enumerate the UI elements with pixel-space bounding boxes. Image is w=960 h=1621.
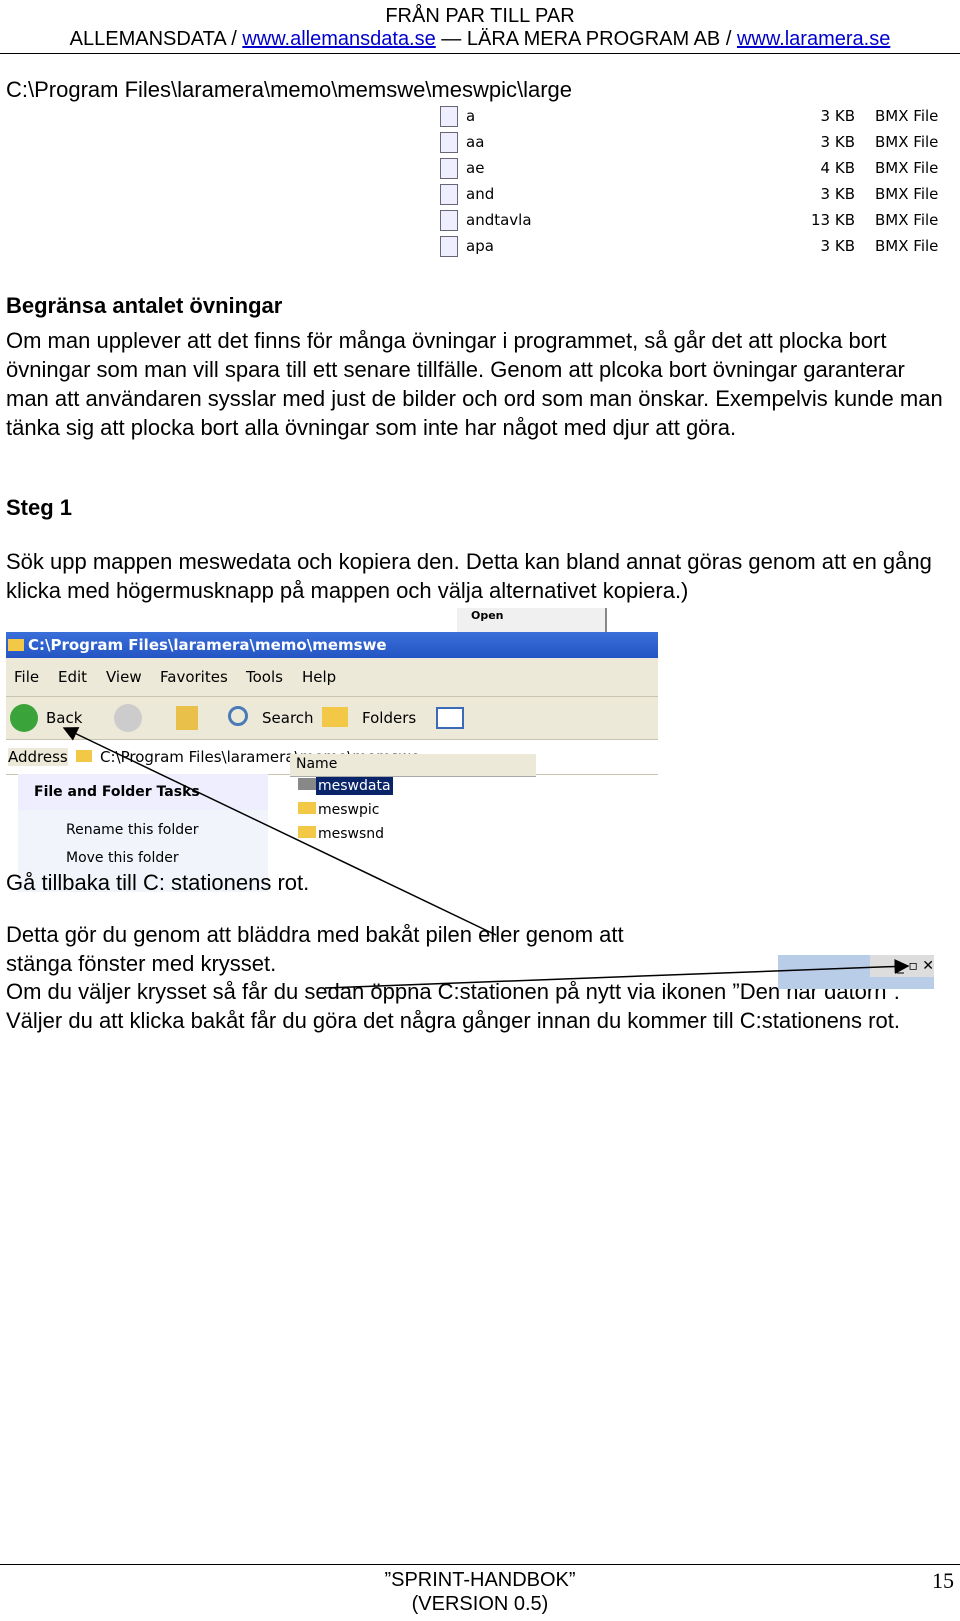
annotation-arrows: [62, 727, 910, 989]
arrow-to-back-button: [62, 727, 497, 936]
footer-rule: [0, 1564, 960, 1565]
arrow-to-close-button: [324, 959, 910, 989]
page-number: 15: [932, 1568, 954, 1593]
document-page: FRÅN PAR TILL PAR ALLEMANSDATA / www.all…: [0, 0, 960, 1621]
footer-title: ”SPRINT-HANDBOK”: [384, 1569, 576, 1591]
footer-version: (VERSION 0.5): [411, 1593, 549, 1615]
